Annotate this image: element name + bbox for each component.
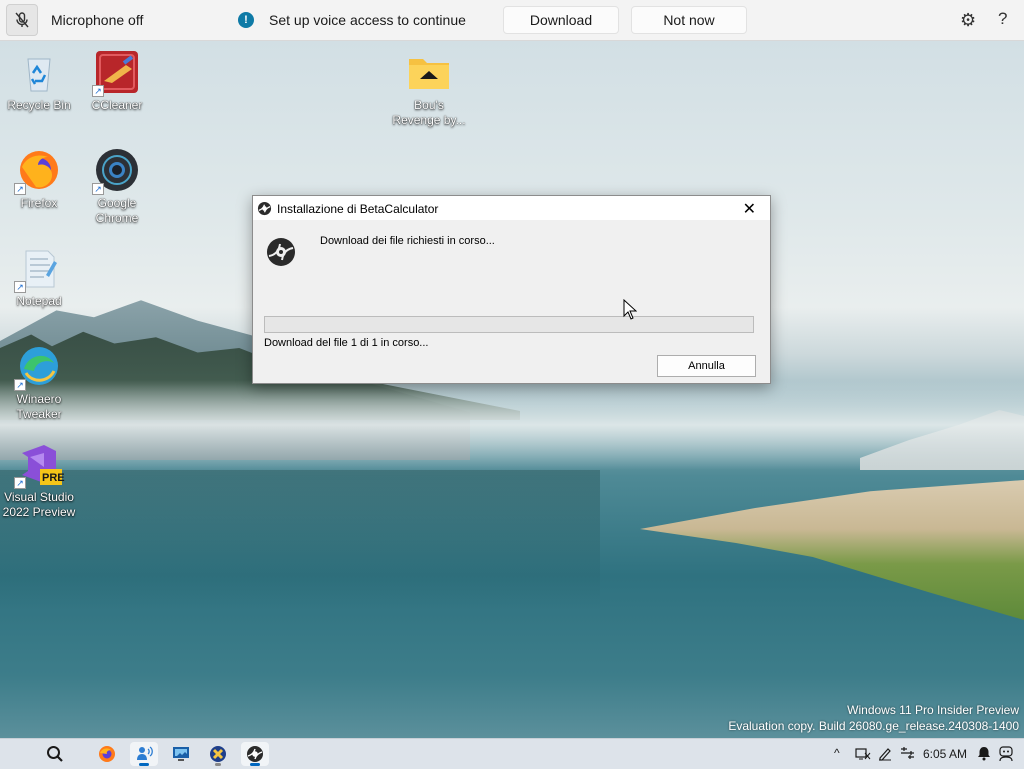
mic-status-label: Microphone off xyxy=(51,12,144,28)
download-button[interactable]: Download xyxy=(503,6,619,34)
desktop-icon-recycle-bin[interactable]: Recycle Bin xyxy=(1,49,77,113)
firefox-icon[interactable] xyxy=(93,742,121,766)
wallpaper-water xyxy=(0,470,600,610)
ethernet-icon[interactable] xyxy=(899,746,916,761)
installer-disc-icon xyxy=(267,238,295,266)
shortcut-arrow-icon: ↗ xyxy=(92,85,104,97)
shortcut-arrow-icon: ↗ xyxy=(14,477,26,489)
close-icon[interactable]: ✕ xyxy=(737,198,762,220)
desktop-icon-google-chrome[interactable]: ↗ Google Chrome xyxy=(79,147,155,226)
network-icon[interactable] xyxy=(855,747,871,761)
chevron-up-icon[interactable]: ^ xyxy=(834,746,840,760)
chrome-icon: ↗ xyxy=(92,147,140,195)
mic-toggle-button[interactable] xyxy=(6,4,38,36)
desktop-icon-label: Notepad xyxy=(16,294,62,308)
desktop-icon-ccleaner[interactable]: ↗ CCleaner xyxy=(79,49,155,113)
voice-access-icon[interactable] xyxy=(130,742,158,766)
shortcut-arrow-icon: ↗ xyxy=(14,379,26,391)
taskbar: ^ 6:05 AM xyxy=(0,738,1024,769)
watermark-build: Evaluation copy. Build 26080.ge_release.… xyxy=(728,719,1019,733)
watermark-edition: Windows 11 Pro Insider Preview xyxy=(847,703,1019,717)
dialog-title: Installazione di BetaCalculator xyxy=(277,202,439,216)
desktop-icon-label: Bou's Revenge by... xyxy=(392,98,466,127)
desktop-icon-firefox[interactable]: ↗ Firefox xyxy=(1,147,77,211)
dialog-title-bar[interactable]: Installazione di BetaCalculator ✕ xyxy=(253,196,770,220)
desktop-icon-label: Recycle Bin xyxy=(7,98,71,112)
desktop-icon-bous-revenge[interactable]: Bou's Revenge by... xyxy=(391,49,467,128)
wallpaper-haze xyxy=(0,380,1024,470)
notification-bell-icon[interactable] xyxy=(977,746,991,761)
gear-icon[interactable]: ⚙ xyxy=(960,10,976,31)
mouse-cursor-icon xyxy=(623,299,637,320)
desktop-icon-label: CCleaner xyxy=(91,98,143,112)
mic-off-icon xyxy=(15,12,29,28)
recycle-bin-icon xyxy=(16,49,62,95)
firefox-icon: ↗ xyxy=(14,147,62,195)
notepad-icon: ↗ xyxy=(14,245,62,293)
info-icon: ! xyxy=(238,12,254,28)
preview-badge: PRE xyxy=(42,472,65,484)
voice-access-message: Set up voice access to continue xyxy=(269,12,466,28)
winaero-tweaker-icon: ↗ xyxy=(14,343,62,391)
clock[interactable]: 6:05 AM xyxy=(923,747,967,761)
not-now-button[interactable]: Not now xyxy=(631,6,747,34)
wallpaper-grass xyxy=(640,480,1024,620)
desktop-wallpaper xyxy=(0,0,1024,768)
search-icon[interactable] xyxy=(41,742,69,766)
cancel-button[interactable]: Annulla xyxy=(657,355,756,377)
help-icon[interactable]: ? xyxy=(998,9,1007,29)
desktop-icon-visual-studio[interactable]: PRE ↗ Visual Studio 2022 Preview xyxy=(1,441,77,520)
desktop-icon-label: Winaero Tweaker xyxy=(16,392,62,421)
windows-watermark: Windows 11 Pro Insider Preview Evaluatio… xyxy=(728,702,1019,734)
voice-access-bar: Microphone off ! Set up voice access to … xyxy=(0,0,1024,41)
winaero-icon[interactable] xyxy=(204,742,232,766)
shortcut-arrow-icon: ↗ xyxy=(14,281,26,293)
installer-dialog: Installazione di BetaCalculator ✕ Downlo… xyxy=(252,195,771,384)
user-accounts-icon[interactable] xyxy=(998,746,1014,762)
shortcut-arrow-icon: ↗ xyxy=(14,183,26,195)
desktop-icon-label: Visual Studio 2022 Preview xyxy=(2,490,76,519)
pen-icon[interactable] xyxy=(877,746,893,761)
visual-studio-icon: PRE ↗ xyxy=(14,441,65,489)
desktop-icon-notepad[interactable]: ↗ Notepad xyxy=(1,245,77,309)
ccleaner-icon: ↗ xyxy=(92,49,140,97)
folder-icon xyxy=(406,49,452,95)
dialog-message: Download dei file richiesti in corso... xyxy=(320,235,495,247)
remote-desktop-icon[interactable] xyxy=(167,742,195,766)
download-status: Download del file 1 di 1 in corso... xyxy=(264,337,429,349)
desktop-icon-label: Firefox xyxy=(20,196,58,210)
desktop-icon-label: Google Chrome xyxy=(95,196,139,225)
desktop-icon-winaero-tweaker[interactable]: ↗ Winaero Tweaker xyxy=(1,343,77,422)
installer-app-icon xyxy=(257,201,272,216)
betacalculator-icon[interactable] xyxy=(241,742,269,766)
download-progress-bar xyxy=(264,316,754,333)
shortcut-arrow-icon: ↗ xyxy=(92,183,104,195)
